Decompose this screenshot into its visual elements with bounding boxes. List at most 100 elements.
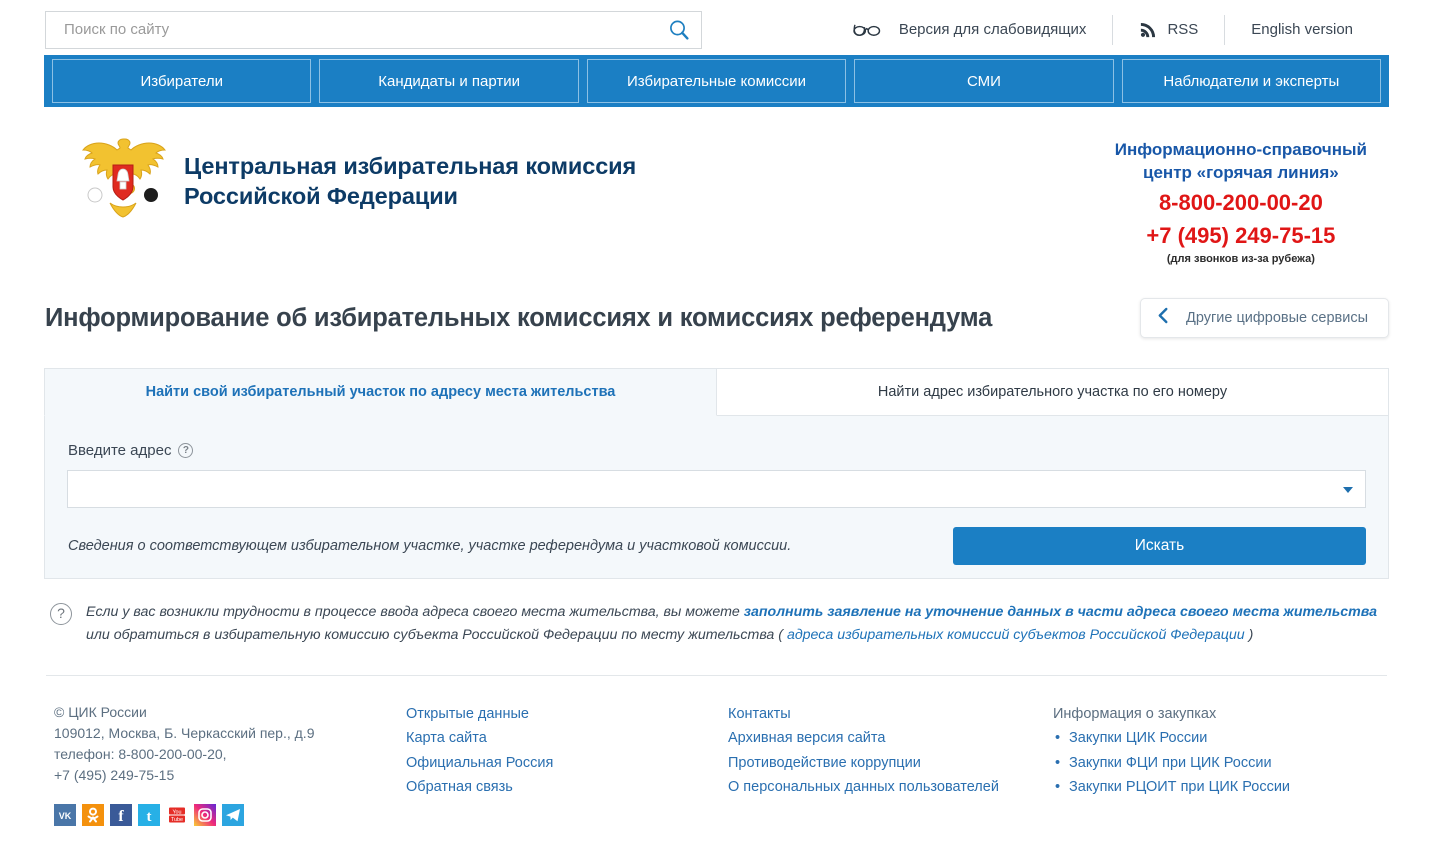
footer-phone-2: +7 (495) 249-75-15	[54, 767, 175, 783]
notice-part-3: )	[1244, 627, 1254, 643]
footer-link-procurement-cik[interactable]: Закупки ЦИК России	[1069, 726, 1387, 750]
tab-label: Найти свой избирательный участок по адре…	[145, 384, 616, 400]
chevron-left-icon	[1157, 307, 1170, 329]
english-version-label: English version	[1251, 21, 1353, 38]
footer-link-open-data[interactable]: Открытые данные	[406, 702, 728, 726]
title-row: Информирование об избирательных комиссия…	[44, 290, 1389, 346]
help-notice-text: Если у вас возникли трудности в процессе…	[86, 601, 1385, 647]
panel-footer: Сведения о соответствующем избирательном…	[67, 527, 1366, 565]
notice-part-1: Если у вас возникли трудности в процессе…	[86, 604, 744, 620]
rss-icon	[1139, 20, 1158, 39]
russian-coat-of-arms-icon	[80, 133, 167, 229]
facebook-icon[interactable]: f	[110, 804, 132, 826]
main-navigation: Избиратели Кандидаты и партии Избиратель…	[44, 55, 1389, 107]
youtube-icon[interactable]: You Tube	[166, 804, 188, 826]
footer-address-block: © ЦИК России 109012, Москва, Б. Черкасск…	[46, 702, 406, 826]
regional-commissions-addresses-link[interactable]: адреса избирательных комиссий субъектов …	[787, 627, 1245, 643]
logo-block[interactable]: Центральная избирательная комиссия Росси…	[44, 133, 636, 229]
english-version-link[interactable]: English version	[1224, 14, 1379, 45]
nav-item-label: Кандидаты и партии	[378, 72, 520, 90]
svg-text:t: t	[147, 809, 152, 825]
list-item: Закупки ЦИК России	[1055, 726, 1387, 751]
odnoklassniki-icon[interactable]	[82, 804, 104, 826]
footer-link-personal-data[interactable]: О персональных данных пользователей	[728, 775, 1053, 799]
footer-link-anticorruption[interactable]: Противодействие коррупции	[728, 751, 1053, 775]
nav-item-label: Наблюдатели и эксперты	[1163, 72, 1340, 90]
nav-item-observers-experts[interactable]: Наблюдатели и эксперты	[1121, 59, 1382, 103]
tab-panel-body: Введите адрес ? Сведения о соответствующ…	[44, 416, 1389, 579]
vk-icon[interactable]: VK	[54, 804, 76, 826]
footer-copyright: © ЦИК России	[54, 704, 147, 720]
hotline-phone-international[interactable]: +7 (495) 249-75-15	[1115, 221, 1367, 250]
tab-find-by-number[interactable]: Найти адрес избирательного участка по ег…	[717, 368, 1389, 416]
search-input[interactable]	[62, 20, 667, 39]
footer-link-official-russia[interactable]: Официальная Россия	[406, 751, 728, 775]
tab-label: Найти адрес избирательного участка по ег…	[877, 384, 1228, 400]
accessibility-version-label: Версия для слабовидящих	[898, 21, 1087, 38]
footer-procurement-heading: Информация о закупках	[1053, 706, 1217, 722]
svg-text:VK: VK	[59, 811, 72, 821]
help-notice: ? Если у вас возникли трудности в процес…	[44, 601, 1389, 647]
top-bar: Версия для слабовидящих RSS English vers…	[44, 0, 1389, 55]
footer-procurement-list: Закупки ЦИК России Закупки ФЦИ при ЦИК Р…	[1053, 726, 1387, 799]
org-name-line-2: Российской Федерации	[184, 183, 458, 209]
footer-phone-1: телефон: 8-800-200-00-20,	[54, 746, 227, 762]
address-input[interactable]	[67, 470, 1366, 508]
svg-text:f: f	[118, 808, 124, 825]
footer-link-procurement-rcoit[interactable]: Закупки РЦОИТ при ЦИК России	[1069, 775, 1387, 799]
site-search[interactable]	[45, 10, 702, 49]
footer-column-procurement: Информация о закупках Закупки ЦИК России…	[1053, 702, 1387, 826]
svg-text:Tube: Tube	[171, 817, 183, 823]
nav-item-election-commissions[interactable]: Избирательные комиссии	[586, 59, 847, 103]
site-header: Центральная избирательная комиссия Росси…	[44, 107, 1389, 272]
search-submit-button[interactable]: Искать	[953, 527, 1366, 565]
twitter-icon[interactable]: t	[138, 804, 160, 826]
hotline-title-line-2: центр «горячая линия»	[1143, 162, 1339, 182]
page-root: Версия для слабовидящих RSS English vers…	[0, 0, 1433, 861]
search-hint: Сведения о соответствующем избирательном…	[68, 538, 792, 554]
search-icon[interactable]	[667, 18, 691, 42]
hotline-phone-note: (для звонков из-за рубежа)	[1166, 253, 1315, 266]
tab-find-by-address[interactable]: Найти свой избирательный участок по адре…	[44, 368, 717, 416]
svg-text:You: You	[172, 809, 181, 815]
footer-column-info: Контакты Архивная версия сайта Противоде…	[728, 702, 1053, 826]
address-field-label: Введите адрес ?	[68, 442, 1366, 459]
telegram-icon[interactable]	[222, 804, 244, 826]
org-name-line-1: Центральная избирательная комиссия	[184, 152, 637, 179]
list-item: Закупки РЦОИТ при ЦИК России	[1055, 775, 1387, 800]
nav-item-label: Избирательные комиссии	[627, 72, 807, 90]
nav-item-label: СМИ	[966, 72, 1001, 90]
other-digital-services-button[interactable]: Другие цифровые сервисы	[1140, 298, 1389, 338]
accessibility-version-link[interactable]: Версия для слабовидящих	[826, 15, 1113, 45]
site-footer: © ЦИК России 109012, Москва, Б. Черкасск…	[44, 676, 1389, 826]
other-digital-services-label: Другие цифровые сервисы	[1186, 310, 1368, 326]
nav-item-voters[interactable]: Избиратели	[52, 59, 312, 103]
question-mark-icon: ?	[50, 603, 72, 625]
instagram-icon[interactable]	[194, 804, 216, 826]
help-question-icon[interactable]: ?	[178, 443, 194, 458]
glasses-icon	[852, 21, 890, 38]
clarify-address-application-link[interactable]: заполнить заявление на уточнение данных …	[744, 604, 1377, 620]
hotline-title-line-1: Информационно-справочный	[1114, 140, 1367, 159]
rss-label: RSS	[1167, 21, 1199, 38]
chevron-down-icon[interactable]	[1343, 487, 1353, 493]
tab-list: Найти свой избирательный участок по адре…	[44, 368, 1389, 416]
hotline-phone-domestic[interactable]: 8-800-200-00-20	[1115, 188, 1367, 217]
top-links: Версия для слабовидящих RSS English vers…	[826, 10, 1389, 50]
footer-link-archive-version[interactable]: Архивная версия сайта	[728, 726, 1053, 750]
social-links: VK f t You Tube	[54, 804, 406, 826]
footer-link-contacts[interactable]: Контакты	[728, 702, 1053, 726]
nav-item-candidates-parties[interactable]: Кандидаты и партии	[319, 59, 579, 103]
rss-link[interactable]: RSS	[1112, 14, 1224, 45]
page-title: Информирование об избирательных комиссия…	[45, 303, 993, 332]
footer-address: 109012, Москва, Б. Черкасский пер., д.9	[54, 725, 315, 741]
hotline-block: Информационно-справочный центр «горячая …	[1115, 133, 1389, 265]
footer-link-feedback[interactable]: Обратная связь	[406, 775, 728, 799]
footer-link-procurement-fci[interactable]: Закупки ФЦИ при ЦИК России	[1069, 751, 1387, 775]
polling-station-search-panel: Найти свой избирательный участок по адре…	[44, 368, 1389, 579]
hotline-title: Информационно-справочный центр «горячая …	[1115, 139, 1367, 184]
nav-item-label: Избиратели	[140, 72, 223, 90]
organization-name: Центральная избирательная комиссия Росси…	[184, 151, 636, 211]
nav-item-media[interactable]: СМИ	[854, 59, 1114, 103]
footer-link-sitemap[interactable]: Карта сайта	[406, 726, 728, 750]
